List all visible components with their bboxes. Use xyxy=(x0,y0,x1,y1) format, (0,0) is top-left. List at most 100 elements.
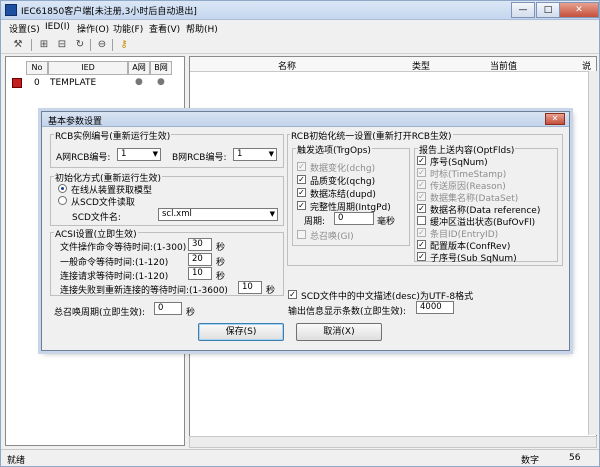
col-b: B网 xyxy=(150,61,172,75)
radio-scd[interactable] xyxy=(58,196,67,205)
trg-qchg-checkbox[interactable]: ✓ xyxy=(297,175,306,184)
radio-online[interactable] xyxy=(58,184,67,193)
rcb-init-group-title: RCB初始化统一设置(重新打开RCB生效) xyxy=(290,129,453,142)
scd-file-select[interactable]: scl.xml ▼ xyxy=(158,208,278,221)
menu-ied[interactable]: IED(I) xyxy=(45,22,70,32)
refresh-icon[interactable]: ↻ xyxy=(73,38,87,52)
rcb-group-title: RCB实例编号(重新运行生效) xyxy=(54,129,172,142)
col-no: No xyxy=(26,61,48,75)
minus-circle-icon[interactable]: ⊖ xyxy=(95,38,109,52)
acsi-reconn-label: 连接失败到重新连接的等待时间:(1-3600) xyxy=(60,286,228,296)
menu-settings[interactable]: 设置(S) xyxy=(9,22,40,35)
menu-help[interactable]: 帮助(H) xyxy=(186,22,218,35)
col-type: 类型 xyxy=(412,62,431,72)
trg-dchg-checkbox[interactable]: ✓ xyxy=(297,162,306,171)
col-ied: IED xyxy=(48,61,128,75)
max-output-input[interactable]: 4000 xyxy=(416,301,454,314)
menu-function[interactable]: 功能(F) xyxy=(113,22,143,35)
dialog-title-bar: 基本参数设置 ✕ xyxy=(42,112,569,127)
acsi-file-unit: 秒 xyxy=(216,243,226,253)
acsi-cmd-label: 一般命令等待时间:(1-120) xyxy=(60,258,169,268)
vertical-scrollbar[interactable] xyxy=(588,71,598,435)
ied-row[interactable]: 0 TEMPLATE ● ● xyxy=(6,77,184,91)
col-value: 当前值 xyxy=(490,62,518,72)
data-list-header: 名称 类型 当前值 说 xyxy=(190,57,596,72)
a-net-status: ● xyxy=(135,77,143,87)
period-unit: 毫秒 xyxy=(377,217,396,227)
acsi-cmd-input[interactable]: 20 xyxy=(188,253,212,266)
a-rcb-select[interactable]: 1 ▼ xyxy=(117,148,161,161)
col-name: 名称 xyxy=(278,62,297,72)
trg-qchg-label: 品质变化(qchg) xyxy=(310,177,376,187)
ied-tree-header: No IED A网 B网 xyxy=(6,61,184,75)
acsi-conn-label: 连接请求等待时间:(1-120) xyxy=(60,272,169,282)
basic-settings-dialog: 基本参数设置 ✕ RCB实例编号(重新运行生效) A网RCB编号: 1 ▼ B网R… xyxy=(41,111,570,351)
trgops-group-title: 触发选项(TrgOps) xyxy=(296,143,372,156)
acsi-file-input[interactable]: 30 xyxy=(188,238,212,251)
opt-dataset-checkbox[interactable]: ✓ xyxy=(417,192,426,201)
opt-subsqnum-checkbox[interactable]: ✓ xyxy=(417,252,426,261)
opt-subsqnum-label: 子序号(Sub SqNum) xyxy=(430,254,517,264)
opt-bufovfl-checkbox[interactable] xyxy=(417,216,426,225)
opt-confrev-checkbox[interactable]: ✓ xyxy=(417,240,426,249)
close-button[interactable]: ✕ xyxy=(559,2,599,18)
toolbar-separator xyxy=(90,39,91,51)
gi-period-unit: 秒 xyxy=(186,308,196,318)
ied-cube-icon xyxy=(12,78,22,88)
period-input[interactable]: 0 xyxy=(334,212,374,225)
chevron-down-icon: ▼ xyxy=(268,150,274,158)
utf8-checkbox[interactable]: ✓ xyxy=(288,290,297,299)
acsi-conn-input[interactable]: 10 xyxy=(188,267,212,280)
b-rcb-value: 1 xyxy=(237,149,243,159)
maximize-button[interactable]: □ xyxy=(536,2,560,18)
scd-file-label: SCD文件名: xyxy=(72,213,121,223)
opt-entryid-checkbox[interactable]: ✓ xyxy=(417,228,426,237)
b-rcb-label: B网RCB编号: xyxy=(172,153,227,163)
tree-alt-icon[interactable]: ⊟ xyxy=(55,38,69,52)
trg-dupd-checkbox[interactable]: ✓ xyxy=(297,188,306,197)
horizontal-scrollbar[interactable] xyxy=(189,436,597,448)
acsi-cmd-unit: 秒 xyxy=(216,258,226,268)
toolbar-separator xyxy=(31,39,32,51)
gi-period-input[interactable]: 0 xyxy=(154,302,182,315)
gi-period-label: 总召唤周期(立即生效): xyxy=(54,308,146,318)
opt-sqnum-checkbox[interactable]: ✓ xyxy=(417,156,426,165)
minimize-button[interactable]: — xyxy=(511,2,535,18)
dialog-close-button[interactable]: ✕ xyxy=(545,113,565,125)
dialog-title: 基本参数设置 xyxy=(48,117,103,127)
opt-dataref-checkbox[interactable]: ✓ xyxy=(417,204,426,213)
a-rcb-label: A网RCB编号: xyxy=(56,153,111,163)
chevron-down-icon: ▼ xyxy=(152,150,158,158)
acsi-reconn-input[interactable]: 10 xyxy=(238,281,262,294)
acsi-conn-unit: 秒 xyxy=(216,272,226,282)
cancel-button[interactable]: 取消(X) xyxy=(296,323,382,341)
trg-intgpd-checkbox[interactable]: ✓ xyxy=(297,201,306,210)
window-title: IEC61850客户端[未注册,3小时后自动退出] xyxy=(21,7,197,17)
radio-scd-label: 从SCD文件读取 xyxy=(71,198,135,208)
ied-name: TEMPLATE xyxy=(50,78,97,88)
toolbar-separator xyxy=(112,39,113,51)
menu-view[interactable]: 查看(V) xyxy=(149,22,180,35)
acsi-file-label: 文件操作命令等待时间:(1-300) xyxy=(60,243,187,253)
hammer-icon[interactable]: ⚒ xyxy=(11,38,25,52)
max-output-label: 输出信息显示条数(立即生效): xyxy=(288,307,407,317)
app-icon xyxy=(5,4,17,16)
menu-operate[interactable]: 操作(O) xyxy=(77,22,109,35)
b-rcb-select[interactable]: 1 ▼ xyxy=(233,148,277,161)
status-num: 56 xyxy=(569,453,581,463)
trg-dupd-label: 数据冻结(dupd) xyxy=(310,190,376,200)
opt-reason-checkbox[interactable]: ✓ xyxy=(417,180,426,189)
chevron-down-icon: ▼ xyxy=(269,210,275,218)
ied-no: 0 xyxy=(34,78,40,88)
trg-gi-checkbox[interactable] xyxy=(297,230,306,239)
b-net-status: ● xyxy=(157,77,165,87)
key-icon[interactable]: ⚷ xyxy=(117,38,131,52)
title-bar: IEC61850客户端[未注册,3小时后自动退出] — □ ✕ xyxy=(1,1,599,20)
save-button[interactable]: 保存(S) xyxy=(198,323,284,341)
status-mode: 数字 xyxy=(521,456,540,466)
tree-icon[interactable]: ⊞ xyxy=(37,38,51,52)
opt-timestamp-checkbox[interactable]: ✓ xyxy=(417,168,426,177)
trg-gi-label: 总召唤(GI) xyxy=(310,232,354,242)
col-a: A网 xyxy=(128,61,150,75)
trg-dchg-label: 数据变化(dchg) xyxy=(310,164,376,174)
